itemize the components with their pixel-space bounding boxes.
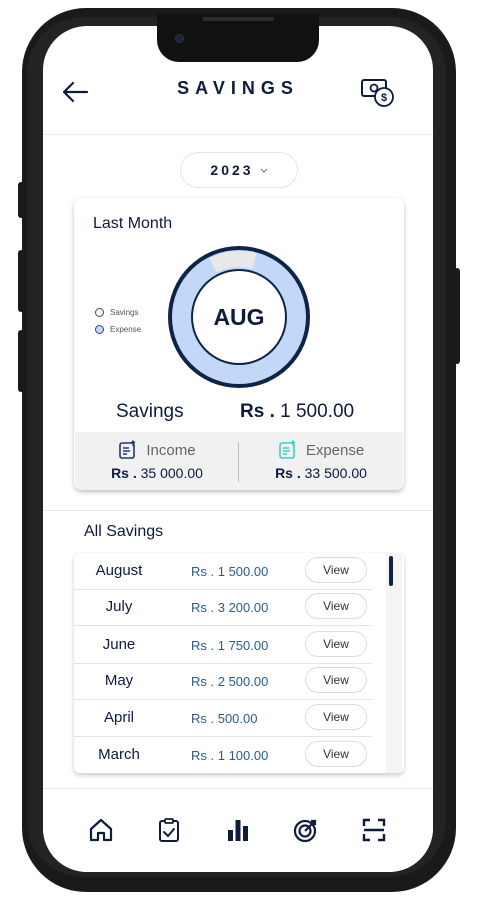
income-amount-value: 35 000.00 — [140, 465, 203, 481]
savings-amount-value: 1 500.00 — [280, 401, 355, 422]
list-item: July Rs . 3 200.00 View — [74, 589, 372, 626]
expense-icon — [279, 440, 296, 459]
list-item: August Rs . 1 500.00 View — [74, 553, 372, 590]
phone-side-button — [18, 330, 24, 392]
expense-amount: Rs . 33 500.00 — [239, 465, 403, 481]
month-label: August — [95, 562, 143, 579]
month-label: April — [103, 709, 134, 726]
income-amount: Rs . 35 000.00 — [75, 465, 239, 481]
legend-item-expense: Expense — [95, 325, 141, 334]
expense-amount-value: 33 500.00 — [304, 465, 367, 481]
amount-value: Rs . 1 750.00 — [191, 638, 269, 653]
scan-icon[interactable] — [361, 817, 387, 843]
last-month-card: Last Month Savings Expense AUG Savings R… — [74, 198, 404, 490]
donut-month-label: AUG — [213, 304, 264, 330]
currency-prefix: Rs . — [275, 465, 301, 481]
list-item: June Rs . 1 750.00 View — [74, 627, 372, 664]
app-screen: SAVINGS $ 2023 Last Month Savings Expens… — [43, 26, 433, 872]
legend-swatch-expense — [95, 325, 104, 334]
view-button[interactable]: View — [305, 593, 367, 619]
currency-prefix: Rs . — [240, 401, 275, 422]
savings-donut-chart: AUG — [168, 246, 310, 388]
month-label: June — [102, 636, 136, 653]
savings-list[interactable]: August Rs . 1 500.00 View July Rs . 3 20… — [74, 553, 404, 773]
clipboard-check-icon[interactable] — [156, 817, 182, 843]
target-icon[interactable] — [293, 817, 319, 843]
year-value: 2023 — [210, 162, 254, 178]
list-item: May Rs . 2 500.00 View — [74, 663, 372, 700]
legend-label: Expense — [110, 325, 142, 334]
amount-value: Rs . 500.00 — [191, 711, 258, 726]
legend-item-savings: Savings — [95, 308, 141, 317]
card-title: Last Month — [93, 215, 173, 232]
savings-amount: Rs . 1 500.00 — [240, 401, 354, 423]
month-label: May — [104, 672, 134, 689]
savings-label: Savings — [116, 401, 184, 422]
money-dollar-icon[interactable]: $ — [360, 76, 394, 108]
scrollbar-thumb[interactable] — [389, 556, 393, 586]
amount-value: Rs . 2 500.00 — [191, 674, 269, 689]
view-button[interactable]: View — [305, 704, 367, 730]
phone-side-button — [18, 182, 24, 218]
legend-label: Savings — [110, 308, 139, 317]
list-item: April Rs . 500.00 View — [74, 700, 372, 737]
svg-text:$: $ — [381, 92, 387, 104]
amount-value: Rs . 1 500.00 — [191, 564, 269, 579]
income-icon — [119, 440, 136, 459]
view-button[interactable]: View — [305, 631, 367, 657]
view-button[interactable]: View — [305, 667, 367, 693]
amount-value: Rs . 1 100.00 — [191, 748, 269, 763]
expense-label: Expense — [305, 441, 365, 459]
section-divider — [43, 510, 433, 511]
phone-side-button — [18, 250, 24, 312]
month-label: March — [98, 746, 140, 763]
bottom-nav — [43, 788, 433, 872]
income-label: Income — [146, 441, 196, 459]
savings-summary: Savings Rs . 1 500.00 — [74, 401, 404, 425]
front-camera — [175, 34, 184, 43]
view-button[interactable]: View — [305, 741, 367, 767]
scrollbar-track[interactable] — [386, 553, 402, 773]
list-item: March Rs . 1 100.00 View — [74, 737, 372, 773]
year-selector[interactable]: 2023 — [180, 152, 298, 188]
expense-stat: Expense Rs . 33 500.00 — [239, 440, 403, 481]
chart-legend: Savings Expense — [95, 308, 141, 342]
currency-prefix: Rs . — [111, 465, 137, 481]
all-savings-title: All Savings — [84, 523, 164, 540]
amount-value: Rs . 3 200.00 — [191, 600, 269, 615]
speaker — [202, 17, 274, 21]
phone-side-button — [454, 268, 460, 364]
month-label: July — [105, 598, 133, 615]
view-button[interactable]: View — [305, 557, 367, 583]
income-expense-stats: Income Rs . 35 000.00 Expense Rs . 33 50… — [75, 432, 403, 490]
bar-chart-icon[interactable] — [225, 817, 251, 843]
home-icon[interactable] — [88, 817, 114, 843]
chevron-down-icon — [260, 168, 268, 173]
income-stat: Income Rs . 35 000.00 — [75, 440, 239, 481]
legend-swatch-savings — [95, 308, 104, 317]
